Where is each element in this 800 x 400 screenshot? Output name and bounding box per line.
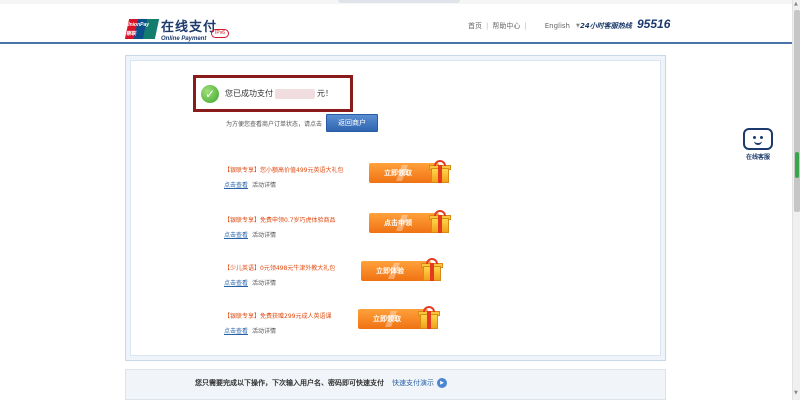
tab-hint — [338, 0, 460, 3]
success-suffix: 元！ — [317, 89, 333, 98]
promo-detail: 点击查看 活动详情 — [224, 230, 276, 239]
promo-detail-text: 活动详情 — [251, 232, 276, 239]
promo-detail: 点击查看 活动详情 — [224, 278, 276, 287]
vertical-scrollbar[interactable]: ▲ ▼ — [792, 0, 800, 400]
help-center-link[interactable]: 帮助中心 — [492, 21, 520, 31]
promo-title[interactable]: 【银联专享】您小额高价值499元英语大礼包 — [224, 165, 343, 174]
quick-pay-text: 您只需要完成以下操作，下次输入用户名、密码即可快速支付 — [195, 379, 384, 387]
scroll-down-icon[interactable]: ▼ — [794, 390, 798, 396]
scroll-up-icon[interactable]: ▲ — [794, 1, 798, 7]
promo-detail-link[interactable]: 点击查看 — [224, 182, 248, 189]
hotline-label: 24小时客服热线 — [580, 22, 632, 30]
quick-pay-panel: 您只需要完成以下操作，下次输入用户名、密码即可快速支付 快速支付演示 ▶ — [125, 369, 666, 400]
promo-try-button[interactable]: 立即体验 — [361, 258, 443, 284]
logo-mark-text: UnionPay — [126, 22, 150, 28]
logo-title-cn: 在线支付 — [161, 20, 218, 35]
promo-title[interactable]: 【银联专享】免费申领0.7岁巧虎体验商品 — [224, 215, 336, 224]
gift-box-icon — [429, 160, 451, 184]
promo-detail-link[interactable]: 点击查看 — [224, 280, 248, 287]
quick-pay-demo-link[interactable]: 快速支付演示 — [392, 378, 434, 388]
promo-title[interactable]: 【少儿英语】0元领498元牛津外教大礼包 — [224, 263, 335, 272]
unionpay-logo-mark: UnionPay 银联 — [124, 19, 160, 39]
link-separator: | — [524, 22, 527, 30]
redacted-amount — [275, 88, 315, 99]
promo-detail-text: 活动详情 — [251, 280, 276, 287]
top-links: 首页 | 帮助中心 | English ▼ — [468, 21, 580, 31]
quick-pay-message: 您只需要完成以下操作，下次输入用户名、密码即可快速支付 快速支付演示 ▶ — [195, 378, 447, 388]
promo-claim-button[interactable]: 立即领取 — [369, 160, 451, 186]
logo-title-en: Online Payment — [161, 36, 207, 42]
scroll-marker — [795, 152, 799, 178]
result-card: ✓ 您已成功支付 元！ 为方便您查看商户订单状态，请点击 返回商户 【银联专享】… — [130, 60, 661, 356]
promo-detail: 点击查看 活动详情 — [224, 326, 276, 335]
return-hint-text: 为方便您查看商户订单状态，请点击 — [226, 120, 323, 128]
gift-box-icon — [421, 258, 443, 282]
unionpay-logo[interactable]: UnionPay 银联 在线支付 Online Payment — [124, 16, 217, 42]
success-message: 您已成功支付 元！ — [225, 88, 333, 99]
promo-item: 【银联专享】免费获赠299元成人英语课 点击查看 活动详情 立即领取 — [224, 306, 464, 341]
home-link[interactable]: 首页 — [468, 21, 482, 31]
payment-success-box: ✓ 您已成功支付 元！ — [193, 75, 353, 112]
promo-detail: 点击查看 活动详情 — [224, 180, 276, 189]
link-separator: | — [486, 22, 489, 30]
promo-detail-link[interactable]: 点击查看 — [224, 232, 248, 239]
promo-detail-link[interactable]: 点击查看 — [224, 328, 248, 335]
scroll-thumb[interactable] — [794, 10, 800, 212]
logo-text: 在线支付 Online Payment — [161, 16, 217, 42]
promo-item: 【少儿英语】0元领498元牛津外教大礼包 点击查看 活动详情 立即体验 — [224, 258, 464, 293]
promo-title[interactable]: 【银联专享】免费获赠299元成人英语课 — [224, 311, 331, 320]
promo-detail-text: 活动详情 — [251, 328, 276, 335]
gift-box-icon — [429, 210, 451, 234]
play-icon[interactable]: ▶ — [437, 378, 447, 388]
online-service-label: 在线客服 — [745, 154, 770, 161]
check-circle-icon: ✓ — [201, 84, 219, 103]
promo-item: 【银联专享】免费申领0.7岁巧虎体验商品 点击查看 活动详情 点击申领 — [224, 210, 464, 245]
promo-claim-button[interactable]: 立即领取 — [358, 306, 440, 332]
ipv6-badge: IPv6 — [211, 29, 230, 38]
header: UnionPay 银联 在线支付 Online Payment IPv6 首页 … — [0, 4, 792, 44]
promo-detail-text: 活动详情 — [251, 182, 276, 189]
language-label: English — [544, 22, 570, 30]
return-to-merchant-button[interactable]: 返回商户 — [326, 114, 379, 132]
language-selector[interactable]: English ▼ — [545, 22, 580, 30]
success-prefix: 您已成功支付 — [225, 89, 273, 98]
gift-box-icon — [418, 306, 440, 330]
return-hint-row: 为方便您查看商户订单状态，请点击 返回商户 — [226, 114, 379, 132]
result-panel: ✓ 您已成功支付 元！ 为方便您查看商户订单状态，请点击 返回商户 【银联专享】… — [125, 55, 666, 361]
smiley-chat-icon — [743, 128, 773, 150]
online-service-widget[interactable]: 在线客服 — [738, 128, 778, 164]
promo-apply-button[interactable]: 点击申领 — [369, 210, 451, 236]
logo-mark-text-cn: 银联 — [126, 31, 137, 37]
promo-item: 【银联专享】您小额高价值499元英语大礼包 点击查看 活动详情 立即领取 — [224, 160, 464, 195]
hotline-number: 95516 — [637, 17, 671, 31]
